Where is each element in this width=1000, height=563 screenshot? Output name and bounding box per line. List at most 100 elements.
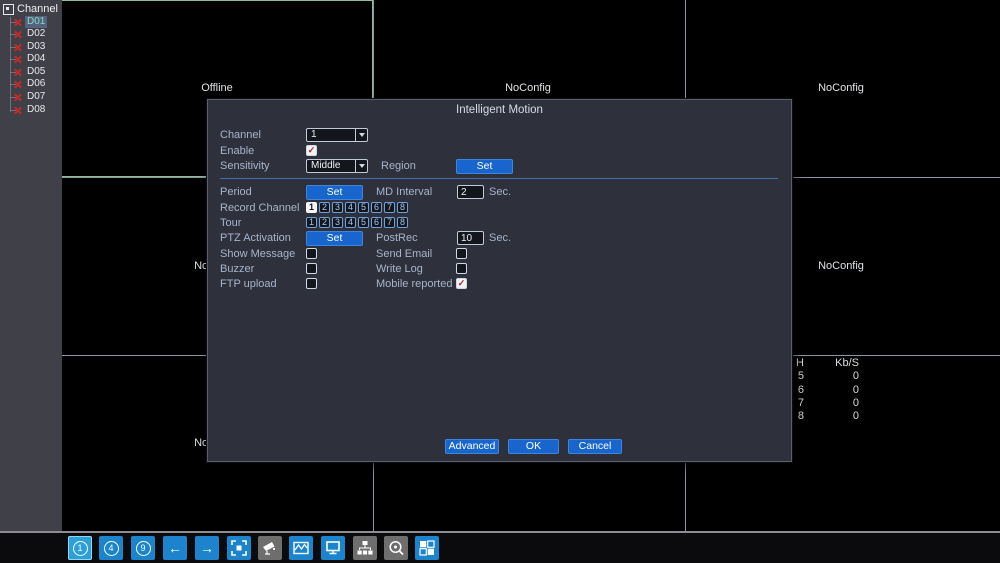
- ok-button[interactable]: OK: [508, 439, 559, 454]
- enable-label: Enable: [220, 145, 255, 157]
- channel-tree-header[interactable]: Channel: [3, 3, 58, 15]
- ftp-upload-checkbox[interactable]: [306, 278, 317, 289]
- color-adjust-button[interactable]: [289, 536, 313, 560]
- multi-grid-button[interactable]: [415, 536, 439, 560]
- ptz-set-button[interactable]: Set: [306, 231, 363, 246]
- channel-label: D08: [27, 104, 46, 115]
- tour-channel-7[interactable]: 7: [384, 217, 395, 228]
- buzzer-checkbox[interactable]: [306, 263, 317, 274]
- buzzer-label: Buzzer: [220, 263, 255, 275]
- send-email-checkbox[interactable]: [456, 248, 467, 259]
- channel-dropdown[interactable]: 1: [306, 128, 368, 142]
- disk-search-button[interactable]: [384, 536, 408, 560]
- sidebar-item-d02[interactable]: D02: [0, 28, 62, 40]
- chevron-down-icon[interactable]: [355, 129, 367, 141]
- write-log-label: Write Log: [376, 263, 423, 275]
- channel-label: D05: [27, 66, 46, 77]
- single-view-icon: 1: [72, 540, 88, 556]
- record-channel-1[interactable]: 1: [306, 202, 317, 213]
- channel-label: D06: [27, 78, 46, 89]
- channel-x-icon: [13, 93, 22, 102]
- record-channel-4[interactable]: 4: [345, 202, 356, 213]
- record-mode-button[interactable]: [227, 536, 251, 560]
- viewfinder-icon: [231, 540, 247, 556]
- network-button[interactable]: [353, 536, 377, 560]
- record-channel-8[interactable]: 8: [397, 202, 408, 213]
- sensitivity-label: Sensitivity: [220, 160, 270, 172]
- bitrate-value: 0: [852, 410, 859, 423]
- intelligent-motion-dialog: Intelligent Motion Channel 1 Enable ✓ Se…: [207, 99, 792, 462]
- record-channel-6[interactable]: 6: [371, 202, 382, 213]
- channel-dropdown-value: 1: [311, 129, 317, 140]
- sidebar-item-d06[interactable]: D06: [0, 78, 62, 90]
- tour-channel-6[interactable]: 6: [371, 217, 382, 228]
- record-channel-3[interactable]: 3: [332, 202, 343, 213]
- channel-x-icon: [13, 30, 22, 39]
- record-channel-buttons: 1 2 3 4 5 6 7 8: [306, 202, 408, 213]
- sidebar-item-d03[interactable]: D03: [0, 41, 62, 53]
- ptz-control-button[interactable]: [258, 536, 282, 560]
- nine-view-button[interactable]: 9: [131, 536, 155, 560]
- cell-status-noconfig: NoConfig: [818, 82, 864, 94]
- mobile-reported-label: Mobile reported: [376, 278, 453, 290]
- md-interval-input[interactable]: [457, 185, 484, 199]
- show-message-label: Show Message: [220, 248, 296, 260]
- record-channel-5[interactable]: 5: [358, 202, 369, 213]
- tour-channel-1[interactable]: 1: [306, 217, 317, 228]
- sidebar-item-d07[interactable]: D07: [0, 91, 62, 103]
- cancel-button[interactable]: Cancel: [568, 439, 622, 454]
- tour-channel-5[interactable]: 5: [358, 217, 369, 228]
- postrec-input[interactable]: [457, 231, 484, 245]
- bitrate-header-kbs: Kb/S: [835, 357, 859, 369]
- enable-checkbox[interactable]: ✓: [306, 145, 317, 156]
- tour-channel-2[interactable]: 2: [319, 217, 330, 228]
- channel-label: Channel: [220, 129, 261, 141]
- md-interval-label: MD Interval: [376, 186, 433, 198]
- tour-channel-8[interactable]: 8: [397, 217, 408, 228]
- tour-channel-4[interactable]: 4: [345, 217, 356, 228]
- sidebar-item-d08[interactable]: D08: [0, 104, 62, 116]
- channel-label: D01: [25, 16, 48, 28]
- arrow-left-icon: ←: [168, 540, 182, 556]
- output-adjust-button[interactable]: [321, 536, 345, 560]
- dialog-separator: [220, 178, 778, 179]
- disk-search-icon: [389, 540, 404, 556]
- ptz-activation-label: PTZ Activation: [220, 232, 291, 244]
- record-channel-2[interactable]: 2: [319, 202, 330, 213]
- send-email-label: Send Email: [376, 248, 433, 260]
- next-channel-button[interactable]: →: [195, 536, 219, 560]
- chevron-down-icon[interactable]: [355, 160, 367, 172]
- single-view-button[interactable]: 1: [68, 536, 92, 560]
- region-label: Region: [381, 160, 416, 172]
- quad-view-icon: 4: [103, 540, 119, 556]
- tour-channel-3[interactable]: 3: [332, 217, 343, 228]
- channel-sidebar: Channel D01 D02 D03 D04 D05 D06 D07 D08: [0, 0, 62, 531]
- sidebar-item-d04[interactable]: D04: [0, 53, 62, 65]
- md-interval-unit: Sec.: [489, 186, 512, 198]
- sidebar-item-d01[interactable]: D01: [0, 16, 62, 28]
- sidebar-item-d05[interactable]: D05: [0, 66, 62, 78]
- cell-status-offline: Offline: [201, 82, 233, 94]
- record-channel-7[interactable]: 7: [384, 202, 395, 213]
- channel-x-icon: [13, 55, 22, 64]
- channel-label: D02: [27, 28, 46, 39]
- cell-status-noconfig: NoConfig: [505, 82, 551, 94]
- quad-view-button[interactable]: 4: [99, 536, 123, 560]
- bitrate-value: 0: [852, 396, 859, 409]
- period-set-button[interactable]: Set: [306, 185, 363, 200]
- channel-tree-title: Channel: [17, 3, 58, 15]
- prev-channel-button[interactable]: ←: [163, 536, 187, 560]
- show-message-checkbox[interactable]: [306, 248, 317, 259]
- sensitivity-dropdown[interactable]: Middle: [306, 159, 368, 173]
- waveform-icon: [293, 541, 309, 555]
- nine-view-icon: 9: [135, 540, 151, 556]
- tour-buttons: 1 2 3 4 5 6 7 8: [306, 217, 408, 228]
- region-set-button[interactable]: Set: [456, 159, 513, 174]
- mobile-reported-checkbox[interactable]: ✓: [456, 278, 467, 289]
- channel-label: D04: [27, 53, 46, 64]
- write-log-checkbox[interactable]: [456, 263, 467, 274]
- channel-x-icon: [13, 43, 22, 52]
- monitor-icon: [326, 541, 340, 555]
- advanced-button[interactable]: Advanced: [445, 439, 499, 454]
- record-channel-label: Record Channel: [220, 202, 300, 214]
